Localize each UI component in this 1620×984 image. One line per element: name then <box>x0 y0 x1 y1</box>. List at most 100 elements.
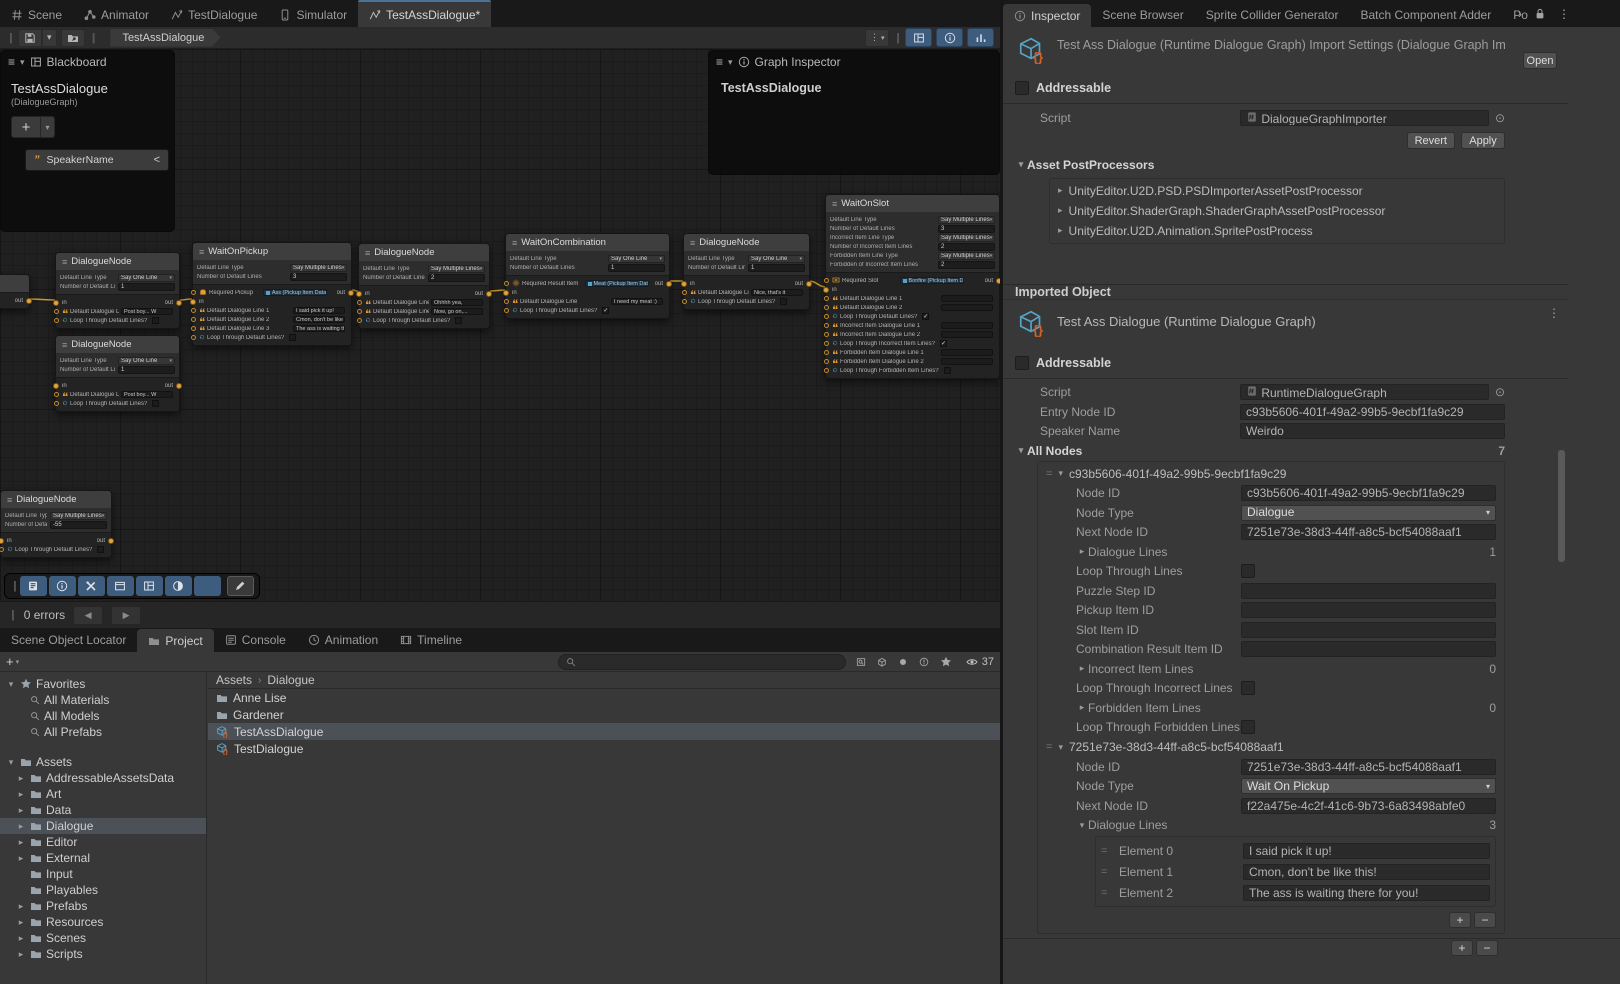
layout-toggle-button[interactable] <box>136 576 163 596</box>
output-port[interactable] <box>176 383 182 389</box>
more-toggle-button[interactable] <box>194 576 221 596</box>
object-picker-icon[interactable]: ⊙ <box>1495 385 1505 399</box>
port-dot[interactable] <box>54 401 59 406</box>
port-dot[interactable] <box>824 332 829 337</box>
foldout-row[interactable]: ▸Incorrect Item Lines0 <box>1038 659 1504 679</box>
tree-folder-dialogue[interactable]: ▸Dialogue <box>0 818 206 834</box>
node-line-field[interactable] <box>941 349 993 356</box>
port-dot[interactable] <box>357 300 362 305</box>
property-checkbox[interactable] <box>1241 564 1255 578</box>
node-title[interactable]: ≡WaitOnCombination <box>506 234 669 251</box>
port-dot[interactable] <box>54 309 59 314</box>
input-port[interactable] <box>0 538 4 544</box>
node-line-field[interactable] <box>941 331 993 338</box>
property-field[interactable] <box>1241 583 1496 599</box>
node-dropdown[interactable]: Say Multiple Lines▾ <box>50 512 107 520</box>
node-dropdown[interactable]: Say Multiple Lines▾ <box>938 234 995 242</box>
add-property-button[interactable]: + <box>11 116 41 138</box>
port-dot[interactable] <box>824 359 829 364</box>
blackboard-panel[interactable]: ≡ ▾ Blackboard TestAssDialogue (Dialogue… <box>0 50 175 232</box>
blackboard-property-speakername[interactable]: ” SpeakerName < <box>25 149 169 171</box>
node-object-field[interactable]: Ass (Pickup Item Data)⊙ <box>263 289 327 296</box>
editor-tab-testdialogue[interactable]: TestDialogue <box>160 2 268 27</box>
graph-canvas[interactable]: ≡StartNodeSpeakerNameout≡DialogueNodeDef… <box>0 49 1000 601</box>
tree-folder-scripts[interactable]: ▸Scripts <box>0 946 206 962</box>
node-checkbox[interactable] <box>289 334 296 341</box>
property-field[interactable]: c93b5606-401f-49a2-99b5-9ecbf1fa9c29 <box>1241 485 1496 501</box>
addressable-checkbox[interactable] <box>1015 356 1029 370</box>
property-field[interactable] <box>1241 602 1496 618</box>
window-toggle-button[interactable] <box>107 576 134 596</box>
foldout-arrow-icon[interactable]: ▸ <box>1076 663 1088 674</box>
foldout-arrow-icon[interactable]: ▸ <box>1076 702 1088 713</box>
object-menu-icon[interactable]: ⋮ <box>1548 306 1560 320</box>
favorites-root[interactable]: ▾Favorites <box>0 676 206 692</box>
tree-folder-external[interactable]: ▸External <box>0 850 206 866</box>
floatbar-drag-handle-icon[interactable]: || <box>13 580 15 592</box>
foldout-arrow-icon[interactable]: ▾ <box>1015 159 1027 170</box>
window-tab-console[interactable]: Console <box>214 627 297 652</box>
node-number-field[interactable]: -55 <box>50 521 107 529</box>
favorite-item[interactable]: All Models <box>0 708 206 724</box>
property-field[interactable]: Weirdo <box>1240 423 1505 439</box>
property-field[interactable]: f22a475e-4c2f-41c6-9b73-6a83498abfe0 <box>1241 798 1496 814</box>
object-picker-icon[interactable]: ⊙ <box>1495 111 1505 125</box>
node-number-field[interactable]: 1 <box>608 264 665 272</box>
editor-tab-animator[interactable]: Animator <box>73 2 160 27</box>
node-line-field[interactable]: I said pick it up! <box>293 307 345 314</box>
node-checkbox[interactable]: ✓ <box>922 313 929 320</box>
save-button[interactable] <box>18 29 42 47</box>
node-title[interactable]: ≡DialogueNode <box>1 491 111 508</box>
node-line-field[interactable]: The ass is waiting there for y <box>293 325 345 332</box>
foldout-arrow-icon[interactable]: ▸ <box>1058 185 1063 196</box>
node-checkbox[interactable] <box>97 546 104 553</box>
tree-folder-prefabs[interactable]: ▸Prefabs <box>0 898 206 914</box>
graph-node-waitonslot[interactable]: ≡WaitOnSlotDefault Line TypeSay Multiple… <box>825 194 1000 379</box>
inspector-tab-scene-browser[interactable]: Scene Browser <box>1091 2 1194 27</box>
editor-tab-scene[interactable]: Scene <box>0 2 73 27</box>
breadcrumb-segment[interactable]: Assets <box>216 673 252 687</box>
node-line-field[interactable]: Nice, that's it <box>751 289 803 296</box>
input-port[interactable] <box>190 299 196 305</box>
port-dot[interactable] <box>191 326 196 331</box>
drag-handle-icon[interactable]: = <box>1046 741 1052 753</box>
postprocessor-item[interactable]: ▸UnityEditor.ShaderGraph.ShaderGraphAsse… <box>1050 201 1504 221</box>
graph-inspector-panel[interactable]: ≡ ▾ Graph Inspector TestAssDialogue <box>708 50 1000 175</box>
node-number-field[interactable]: 1 <box>748 264 805 272</box>
foldout-arrow-icon[interactable]: ▾ <box>6 757 16 768</box>
window-tab-scene-object-locator[interactable]: Scene Object Locator <box>0 627 137 652</box>
port-dot[interactable] <box>504 308 509 313</box>
visibility-toggle[interactable]: 37 <box>966 656 994 668</box>
tree-folder-playables[interactable]: Playables <box>0 882 206 898</box>
foldout-arrow-icon[interactable]: ▸ <box>16 805 26 816</box>
node-checkbox[interactable]: ✓ <box>940 340 947 347</box>
node-object-field[interactable]: Bonfire (Pickup Item Data)⊙ <box>900 277 964 284</box>
output-port[interactable] <box>348 290 354 296</box>
node-title[interactable]: ≡DialogueNode <box>684 234 809 251</box>
toggle-minimap-button[interactable] <box>967 28 994 47</box>
element-field[interactable]: I said pick it up! <box>1243 843 1490 859</box>
tree-folder-scenes[interactable]: ▸Scenes <box>0 930 206 946</box>
output-port[interactable] <box>176 300 182 306</box>
node-dropdown[interactable]: Say One Line▾ <box>118 357 175 365</box>
node-checkbox[interactable] <box>455 317 462 324</box>
drag-handle-icon[interactable]: = <box>1101 845 1113 857</box>
foldout-arrow-icon[interactable]: ▸ <box>16 917 26 928</box>
toggle-graph-inspector-button[interactable] <box>936 28 963 47</box>
node-line-field[interactable] <box>941 358 993 365</box>
window-tab-project[interactable]: Project <box>137 629 213 652</box>
property-field[interactable]: c93b5606-401f-49a2-99b5-9ecbf1fa9c29 <box>1240 404 1505 420</box>
property-field[interactable]: 7251e73e-38d3-44ff-a8c5-bcf54088aaf1 <box>1241 759 1496 775</box>
graph-node-waitonpickup[interactable]: ≡WaitOnPickupDefault Line TypeSay Multip… <box>192 242 352 346</box>
port-dot[interactable] <box>682 299 687 304</box>
foldout-row[interactable]: ▸Forbidden Item Lines0 <box>1038 698 1504 718</box>
graph-node-dialoguenode[interactable]: ≡DialogueNodeDefault Line TypeSay One Li… <box>55 335 180 412</box>
node-number-field[interactable]: 2 <box>938 243 995 251</box>
foldout-arrow-icon[interactable]: ▸ <box>16 773 26 784</box>
pen-tool-button[interactable] <box>227 576 254 596</box>
save-options-caret[interactable]: ▾ <box>43 29 57 47</box>
output-port[interactable] <box>26 298 32 304</box>
port-dot[interactable] <box>824 350 829 355</box>
node-checkbox[interactable] <box>152 400 159 407</box>
port-dot[interactable] <box>191 290 196 295</box>
